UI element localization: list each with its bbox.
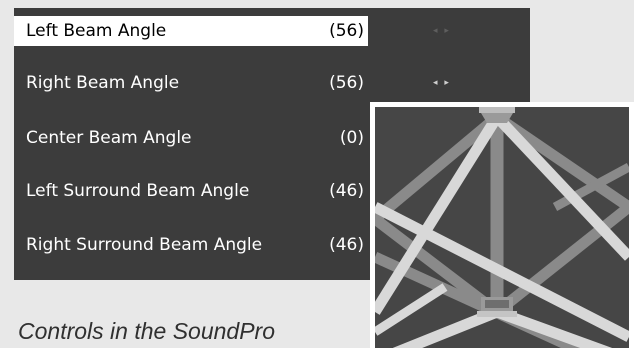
beam-line: [375, 112, 501, 224]
menu-item-label: Left Beam Angle: [26, 21, 167, 41]
menu-item-value: (56): [329, 21, 364, 41]
menu-item-value: (56): [329, 73, 364, 93]
menu-item-value: (46): [329, 181, 364, 201]
menu-item-value: (0): [339, 128, 364, 148]
menu-item-label: Left Surround Beam Angle: [26, 181, 250, 201]
left-right-arrows-icon[interactable]: ◂ ▸: [432, 16, 452, 46]
menu-item-left-surround-beam-angle[interactable]: Left Surround Beam Angle (46): [14, 176, 368, 206]
figure-caption: Controls in the SoundPro: [18, 318, 275, 344]
beam-line: [392, 306, 500, 348]
beam-diagram: [375, 107, 629, 348]
menu-item-label: Center Beam Angle: [26, 128, 192, 148]
menu-item-label: Right Beam Angle: [26, 73, 180, 93]
menu-item-value: (46): [329, 235, 364, 255]
menu-item-right-beam-angle[interactable]: Right Beam Angle (56): [14, 68, 368, 98]
menu-item-center-beam-angle[interactable]: Center Beam Angle (0): [14, 123, 368, 153]
beam-line: [493, 202, 629, 317]
soundbar-speaker-icon: [477, 297, 517, 317]
menu-item-left-beam-angle[interactable]: Left Beam Angle (56): [14, 16, 368, 46]
menu-item-label: Right Surround Beam Angle: [26, 235, 263, 255]
beam-angle-preview: [370, 102, 634, 348]
menu-item-right-surround-beam-angle[interactable]: Right Surround Beam Angle (46): [14, 230, 368, 260]
left-right-arrows-icon[interactable]: ◂ ▸: [432, 68, 452, 98]
